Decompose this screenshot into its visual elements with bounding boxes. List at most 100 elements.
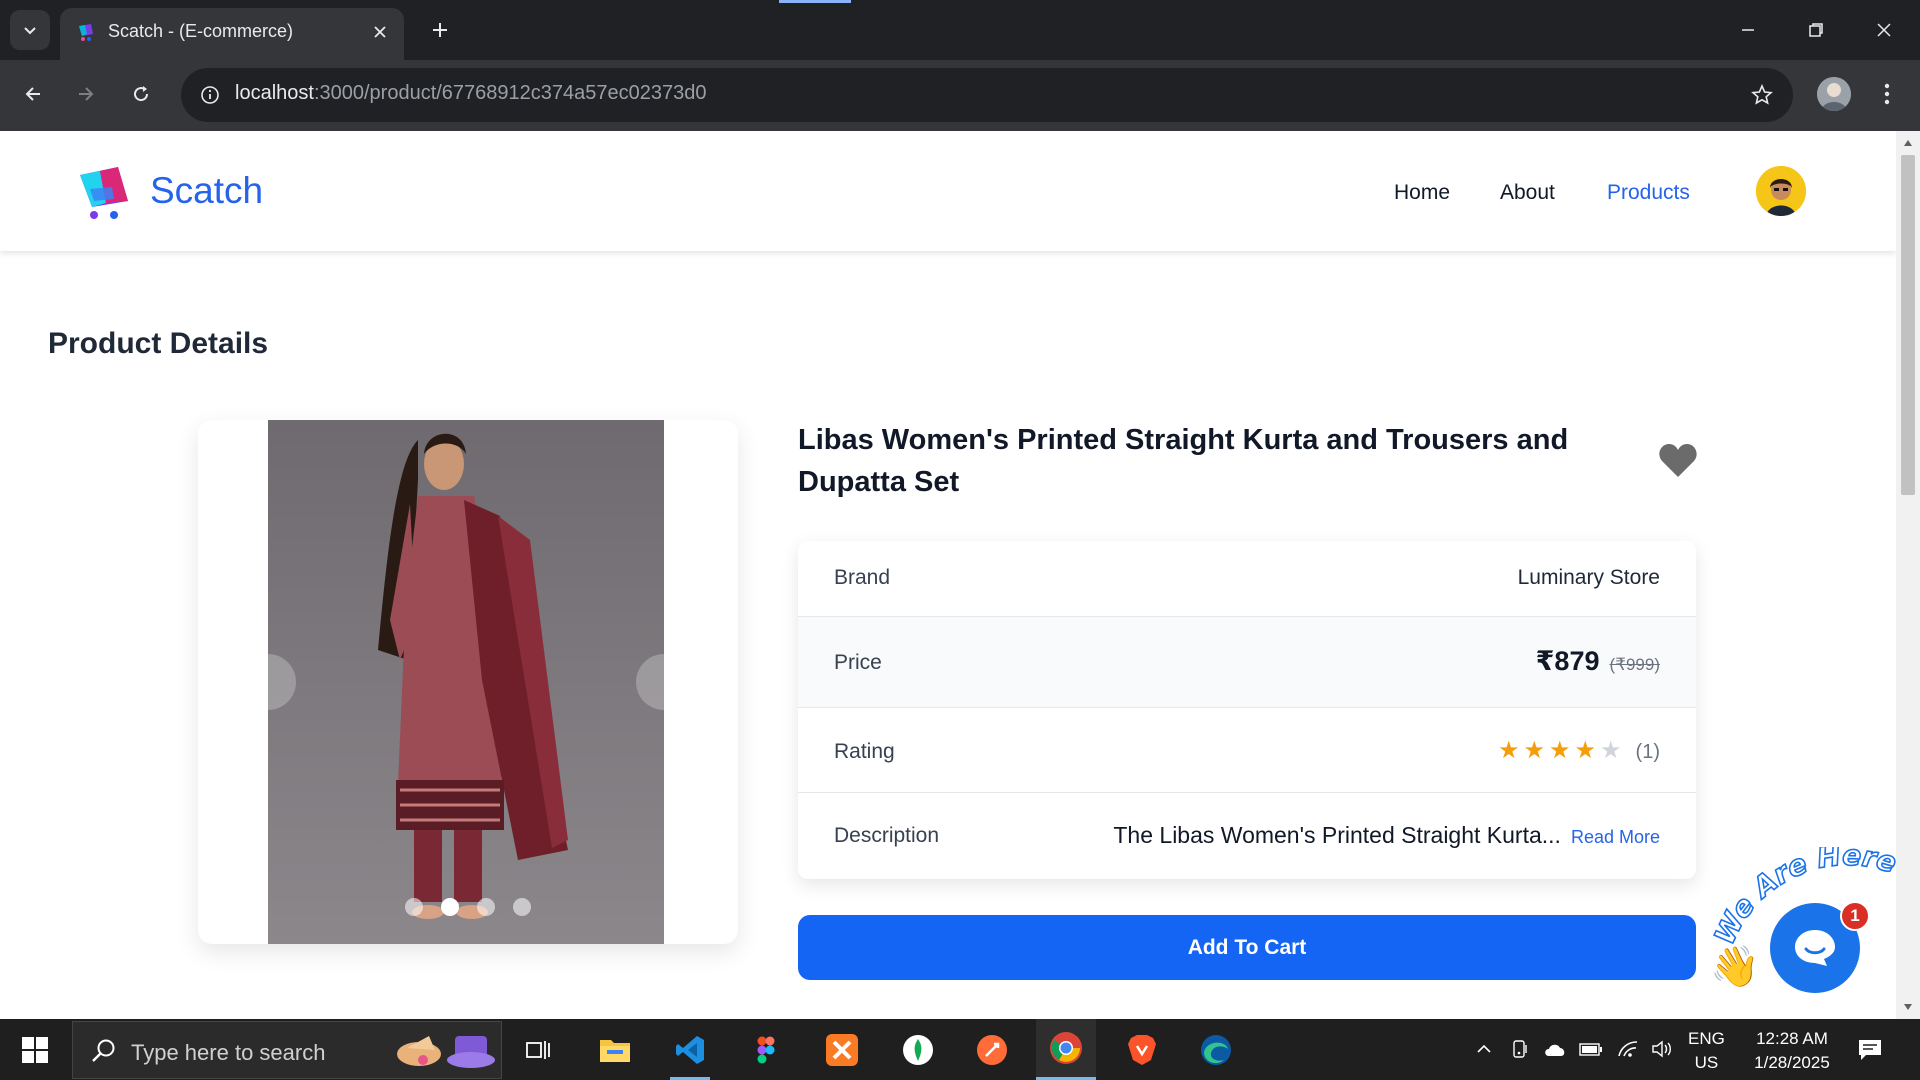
description-label: Description — [834, 824, 940, 847]
scroll-down-arrow[interactable] — [1902, 1001, 1914, 1013]
tray-overflow-button[interactable] — [1472, 1037, 1496, 1061]
product-image-card — [198, 420, 738, 944]
site-favicon-icon — [79, 24, 93, 41]
url-text[interactable]: localhost:3000/product/67768912c374a57ec… — [235, 82, 707, 105]
clock-date: 1/28/2025 — [1754, 1053, 1830, 1072]
page-scrollbar[interactable] — [1896, 131, 1920, 1019]
chevron-down-icon — [24, 27, 36, 35]
nav-home[interactable]: Home — [1394, 181, 1450, 205]
clock-time: 12:28 AM — [1756, 1029, 1828, 1048]
nav-about[interactable]: About — [1500, 181, 1555, 205]
description-preview: The Libas Women's Printed Straight Kurta… — [1113, 822, 1561, 848]
taskbar-vscode[interactable] — [660, 1019, 720, 1080]
tray-device-icon[interactable] — [1508, 1037, 1532, 1061]
taskbar-brave[interactable] — [1112, 1019, 1172, 1080]
browser-menu-button[interactable] — [1872, 74, 1902, 114]
add-to-cart-button[interactable]: Add To Cart — [798, 915, 1696, 980]
carousel-dot[interactable] — [405, 898, 423, 916]
minimize-button[interactable] — [1720, 8, 1776, 52]
reload-button[interactable] — [121, 74, 161, 114]
browser-profile-avatar[interactable] — [1817, 77, 1851, 111]
vscode-icon — [676, 1035, 704, 1064]
star-filled-icon: ★ — [1574, 737, 1597, 764]
restore-icon — [1809, 23, 1823, 37]
site-info-button[interactable] — [191, 76, 229, 114]
waving-hand-icon: 👋 — [1710, 945, 1760, 989]
windows-taskbar: Type here to search ENG US 12:28 AM 1/28… — [0, 1019, 1920, 1080]
start-button[interactable] — [12, 1031, 58, 1069]
minimize-icon — [1742, 29, 1754, 31]
price-value: ₹879 (₹999) — [1536, 646, 1660, 677]
battery-icon — [1579, 1043, 1602, 1056]
carousel-indicators — [405, 898, 531, 916]
taskbar-search-box[interactable]: Type here to search — [72, 1021, 502, 1079]
close-icon — [1877, 23, 1891, 37]
url-path: :3000/product/67768912c374a57ec02373d0 — [313, 82, 707, 104]
site-header: Scatch Home About Products — [0, 131, 1896, 251]
scrollbar-thumb[interactable] — [1901, 155, 1915, 495]
input-language[interactable]: ENG US — [1688, 1027, 1725, 1075]
tab-title: Scatch - (E-commerce) — [108, 21, 294, 41]
taskbar-mongodb-compass[interactable] — [888, 1019, 948, 1080]
scroll-up-arrow[interactable] — [1902, 137, 1914, 149]
page-title: Product Details — [48, 327, 269, 360]
language-code: ENG — [1688, 1029, 1725, 1048]
rating-value: ★ ★ ★ ★ ★ (1) — [1498, 736, 1660, 765]
notification-center-button[interactable] — [1852, 1033, 1888, 1067]
user-avatar[interactable] — [1756, 166, 1806, 216]
figma-icon — [757, 1036, 775, 1063]
taskbar-file-explorer[interactable] — [585, 1019, 645, 1080]
product-image[interactable] — [268, 420, 664, 944]
postman-icon — [977, 1034, 1007, 1065]
task-view-icon — [526, 1040, 550, 1059]
chat-widget[interactable]: We Are Here! 👋 1 — [1708, 843, 1898, 1019]
taskbar-xampp[interactable] — [812, 1019, 872, 1080]
tab-close-button[interactable] — [368, 20, 392, 44]
new-tab-button[interactable] — [424, 14, 456, 46]
restore-button[interactable] — [1788, 8, 1844, 52]
brave-lion-icon — [1128, 1034, 1156, 1065]
address-bar[interactable]: localhost:3000/product/67768912c374a57ec… — [181, 68, 1793, 122]
detail-row-description: Description The Libas Women's Printed St… — [798, 793, 1696, 879]
star-filled-icon: ★ — [1497, 737, 1520, 764]
carousel-dot-active[interactable] — [441, 898, 459, 916]
task-view-button[interactable] — [508, 1019, 568, 1080]
search-icon — [92, 1039, 115, 1062]
nav-products[interactable]: Products — [1607, 181, 1690, 205]
browser-tab-active[interactable]: Scatch - (E-commerce) — [60, 8, 404, 60]
search-highlight-art — [397, 1036, 495, 1068]
tray-volume[interactable] — [1650, 1037, 1674, 1061]
tray-wifi[interactable] — [1616, 1037, 1640, 1061]
star-filled-icon: ★ — [1549, 737, 1571, 764]
info-icon — [201, 86, 219, 104]
taskbar-edge[interactable] — [1186, 1019, 1246, 1080]
tab-search-button[interactable] — [10, 10, 50, 50]
taskbar-figma[interactable] — [736, 1019, 796, 1080]
system-clock[interactable]: 12:28 AM 1/28/2025 — [1742, 1027, 1842, 1075]
close-icon — [374, 26, 386, 38]
close-window-button[interactable] — [1856, 8, 1912, 52]
taskbar-postman[interactable] — [962, 1019, 1022, 1080]
star-outline-icon — [1751, 84, 1773, 105]
carousel-dot[interactable] — [477, 898, 495, 916]
detail-row-rating: Rating ★ ★ ★ ★ ★ (1) — [798, 708, 1696, 793]
tray-onedrive[interactable] — [1543, 1037, 1567, 1061]
carousel-dot[interactable] — [513, 898, 531, 916]
product-details-card: Brand Luminary Store Price ₹879 (₹999) R… — [798, 541, 1696, 879]
star-filled-icon: ★ — [1523, 737, 1545, 764]
logo-icon[interactable] — [74, 161, 134, 221]
speaker-icon — [1652, 1040, 1671, 1058]
read-more-link[interactable]: Read More — [1571, 827, 1660, 848]
chrome-icon — [1050, 1032, 1082, 1064]
url-host: localhost — [235, 82, 314, 104]
detail-row-price: Price ₹879 (₹999) — [798, 617, 1696, 708]
taskbar-chrome[interactable] — [1036, 1019, 1096, 1080]
tray-battery[interactable] — [1579, 1037, 1603, 1061]
bookmark-button[interactable] — [1743, 76, 1781, 114]
rating-count: (1) — [1635, 741, 1660, 763]
back-button[interactable] — [13, 74, 53, 114]
wishlist-button[interactable] — [1656, 439, 1700, 483]
forward-button[interactable] — [66, 74, 106, 114]
site-brand-name[interactable]: Scatch — [150, 170, 263, 212]
browser-tab-bar: Scatch - (E-commerce) — [0, 0, 1920, 60]
